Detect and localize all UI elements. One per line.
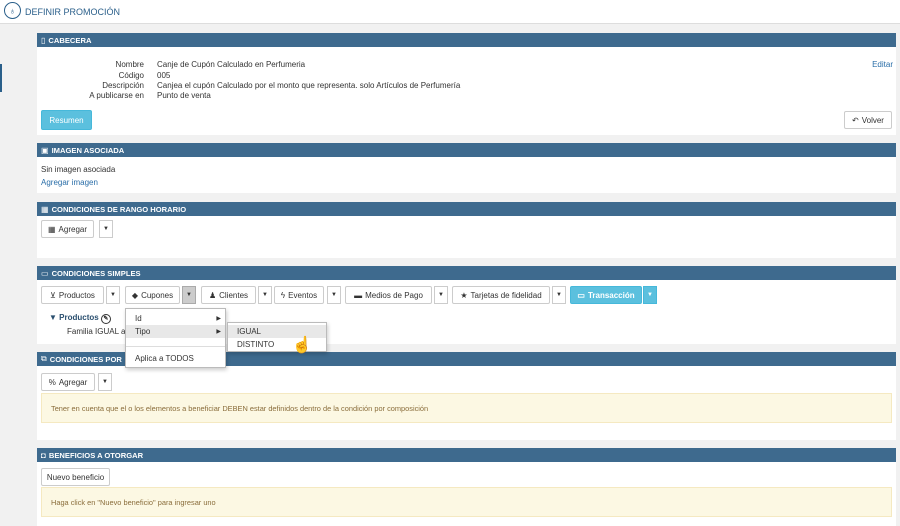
back-button-label: Volver: [861, 115, 884, 125]
menu-item-tipo-label: Tipo: [135, 327, 151, 336]
reply-icon: ↶: [852, 115, 859, 125]
clientes-caret[interactable]: ▼: [258, 286, 272, 304]
document-icon: ▭: [577, 290, 585, 300]
tarjetas-button[interactable]: ★ Tarjetas de fidelidad: [452, 286, 550, 304]
cabecera-title: CABECERA: [48, 35, 92, 45]
menu-item-aplica-todos[interactable]: Aplica a TODOS: [126, 352, 225, 365]
calendar-icon: ▦: [41, 204, 49, 214]
beneficios-title: BENEFICIOS A OTORGAR: [48, 450, 144, 460]
rango-title: CONDICIONES DE RANGO HORARIO: [51, 204, 187, 214]
tree-item: Familia IGUAL a I: [67, 327, 130, 336]
document-icon: ▭: [41, 268, 49, 278]
cupones-dropdown-menu: Id ▶ Tipo ▶ Aplica a TODOS: [125, 308, 226, 368]
beneficios-alert: Haga click en "Nuevo beneficio" para ing…: [41, 487, 892, 517]
medios-pago-button[interactable]: ▬ Medios de Pago: [345, 286, 432, 304]
promo-logo-icon: ♁: [4, 2, 21, 19]
transaccion-caret[interactable]: ▼: [643, 286, 657, 304]
field-label-codigo: Código: [118, 71, 144, 80]
medios-pago-caret[interactable]: ▼: [434, 286, 448, 304]
menu-item-tipo[interactable]: Tipo ▶: [126, 325, 225, 338]
chevron-right-icon: ▶: [216, 329, 221, 335]
summary-button[interactable]: Resumen: [41, 110, 92, 130]
field-value-publicarse: Punto de venta: [157, 91, 211, 100]
tree-root[interactable]: ▼ Productos ✎: [49, 313, 111, 324]
image-status: Sin imagen asociada: [41, 165, 116, 174]
composicion-alert: Tener en cuenta que el o los elementos a…: [41, 393, 892, 423]
tag-icon: ◆: [131, 290, 139, 300]
rango-add-button[interactable]: ▦ Agregar: [41, 220, 94, 238]
field-value-descripcion: Canjea el cupón Calculado por el monto q…: [157, 81, 461, 90]
composicion-title: CONDICIONES POR: [49, 354, 122, 364]
productos-label: Productos: [58, 290, 95, 300]
transaccion-label: Transacción: [587, 290, 635, 300]
productos-button[interactable]: ⊻ Productos: [41, 286, 104, 304]
bookmark-icon: ▯: [41, 35, 46, 45]
eventos-button[interactable]: ϟ Eventos: [274, 286, 324, 304]
tree-root-label: Productos: [59, 313, 99, 322]
eventos-label: Eventos: [288, 290, 318, 300]
transaccion-button[interactable]: ▭ Transacción: [570, 286, 642, 304]
medios-pago-label: Medios de Pago: [365, 290, 423, 300]
field-label-descripcion: Descripción: [102, 81, 144, 90]
bolt-icon: ϟ: [280, 290, 286, 300]
percent-icon: %: [48, 377, 56, 387]
field-label-publicarse: A publicarse en: [89, 91, 144, 100]
cupones-label: Cupones: [141, 290, 174, 300]
sidebar-active-marker: [0, 64, 2, 92]
clientes-button[interactable]: ♟ Clientes: [201, 286, 256, 304]
top-bar: ♁ DEFINIR PROMOCIÓN: [0, 0, 900, 24]
chevron-right-icon: ▶: [216, 316, 221, 322]
imagen-panel: ▣ IMAGEN ASOCIADA Sin imagen asociada Agr…: [37, 143, 896, 193]
back-button[interactable]: ↶ Volver: [844, 111, 892, 129]
eventos-caret[interactable]: ▼: [327, 286, 341, 304]
productos-caret[interactable]: ▼: [106, 286, 120, 304]
tarjetas-label: Tarjetas de fidelidad: [470, 290, 542, 300]
field-value-nombre: Canje de Cupón Calculado en Perfumeria: [157, 60, 306, 69]
composicion-add-button[interactable]: % Agregar: [41, 373, 95, 391]
left-sidebar: [0, 24, 30, 526]
rango-add-label: Agregar: [58, 224, 88, 234]
rango-panel: ▦ CONDICIONES DE RANGO HORARIO ▦ Agregar ▼: [37, 202, 896, 258]
field-value-codigo: 005: [157, 71, 171, 80]
menu-item-id-label: Id: [135, 314, 142, 323]
menu-divider: [126, 346, 225, 347]
copy-icon: ⧉: [41, 354, 47, 363]
cupones-button[interactable]: ◆ Cupones: [125, 286, 180, 304]
expand-icon: ▼: [49, 313, 60, 322]
menu-item-id[interactable]: Id ▶: [126, 312, 225, 325]
tarjetas-caret[interactable]: ▼: [552, 286, 566, 304]
field-label-nombre: Nombre: [115, 60, 144, 69]
add-image-link[interactable]: Agregar imagen: [41, 178, 98, 187]
star-icon: ★: [460, 290, 468, 300]
rango-add-caret[interactable]: ▼: [99, 220, 113, 238]
edit-link[interactable]: Editar: [872, 60, 893, 69]
new-benefit-button[interactable]: Nuevo beneficio: [41, 468, 110, 486]
cabecera-panel: ▯ CABECERA Nombre Canje de Cupón Calculad…: [37, 33, 896, 135]
tipo-submenu: IGUAL DISTINTO: [227, 322, 327, 352]
imagen-title: IMAGEN ASOCIADA: [51, 145, 125, 155]
calendar-icon: ▦: [47, 224, 56, 234]
beneficios-panel: ◘ BENEFICIOS A OTORGAR Nuevo beneficio Ha…: [37, 448, 896, 526]
image-icon: ▣: [41, 145, 49, 155]
hand-cursor-icon: ☝: [292, 337, 312, 354]
cart-icon: ⊻: [50, 290, 56, 300]
credit-card-icon: ▬: [354, 290, 363, 300]
simples-title: CONDICIONES SIMPLES: [51, 268, 141, 278]
gift-icon: ◘: [41, 450, 46, 460]
edit-icon[interactable]: ✎: [100, 314, 111, 324]
composicion-add-label: Agregar: [58, 377, 88, 387]
page-title: DEFINIR PROMOCIÓN: [25, 7, 121, 17]
cupones-caret[interactable]: ▼: [182, 286, 196, 304]
user-icon: ♟: [208, 290, 217, 300]
composicion-add-caret[interactable]: ▼: [98, 373, 112, 391]
clientes-label: Clientes: [219, 290, 249, 300]
